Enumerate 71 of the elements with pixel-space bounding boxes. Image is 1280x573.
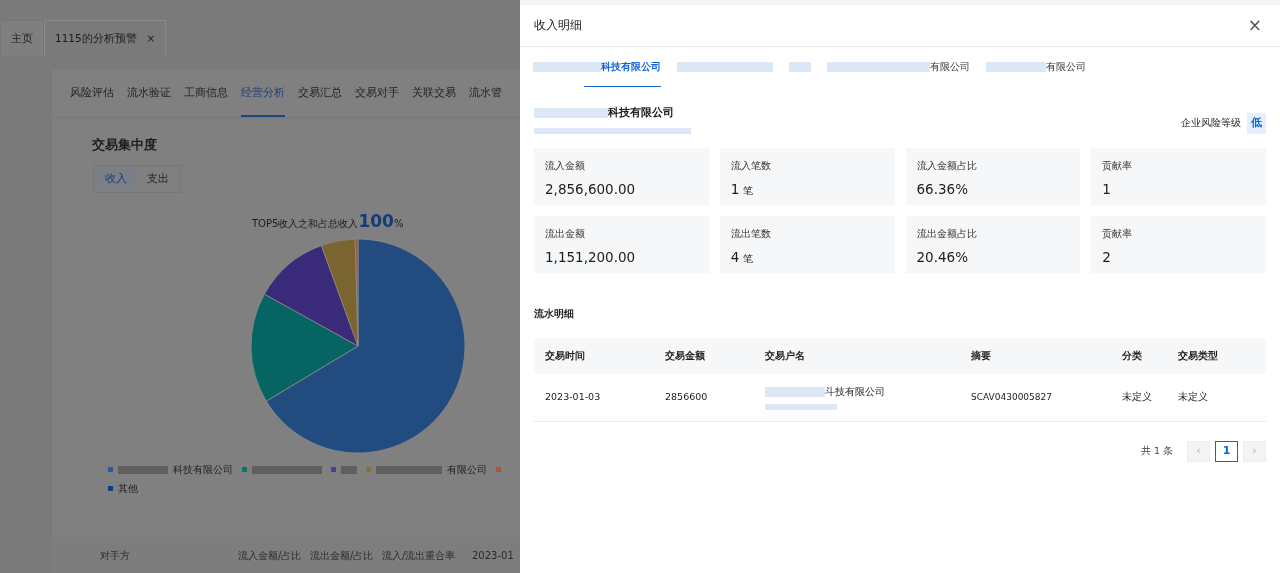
stat-label: 流入金额	[545, 158, 586, 173]
column-header: 交易时间	[545, 348, 586, 363]
legend-label: 其他	[118, 482, 138, 496]
toggle-option[interactable]: 收入	[96, 167, 136, 190]
column-header: 交易金额	[665, 348, 706, 363]
company-tab[interactable]: 有限公司	[986, 47, 1086, 87]
module-tab[interactable]: 交易对手	[355, 70, 399, 117]
stat-label: 贡献率	[1102, 226, 1134, 241]
module-tab[interactable]: 经营分析	[241, 70, 285, 117]
stat-value: 2,856,600.00	[545, 179, 636, 199]
page-button[interactable]: 1	[1215, 440, 1238, 462]
module-tab[interactable]: 流水验证	[127, 70, 171, 117]
app-tab[interactable]: 1115的分析预警 ×	[44, 20, 167, 56]
column-header: 对手方	[100, 548, 131, 563]
redaction-bar	[765, 404, 837, 411]
column-header: 2023-01	[472, 548, 515, 563]
stat-label: 流出金额	[545, 226, 586, 241]
module-tab[interactable]: 流水管	[469, 70, 502, 117]
stat-label: 流入金额占比	[916, 158, 978, 173]
stat-label: 流出笔数	[730, 226, 772, 241]
column-header: 摘要	[971, 348, 992, 363]
stat-label: 流出金额占比	[916, 226, 978, 241]
table-cell-text: 2856600	[665, 390, 709, 405]
stat-unit: 笔	[743, 183, 754, 198]
close-button[interactable]: ×	[1243, 17, 1266, 34]
stat-value: 66.36%	[916, 179, 968, 199]
drawer-title: 收入明细	[534, 16, 582, 34]
stat-value: 20.46%	[916, 247, 968, 267]
table-cell-text: 未定义	[1178, 390, 1209, 405]
legend-label: 科技有限公司	[173, 463, 233, 477]
column-header: 交易户名	[765, 348, 806, 363]
total-count: 共 1 条	[1140, 444, 1173, 459]
toggle-option[interactable]: 支出	[138, 167, 178, 190]
column-header: 分类	[1122, 348, 1143, 363]
stat-value: 1	[730, 179, 740, 199]
column-header: 流出金额/占比	[310, 548, 375, 563]
table-cell-text: SCAV0430005827	[971, 390, 1053, 404]
company-tab[interactable]: 科技有限公司	[533, 47, 661, 87]
company-name: 科技有限公司	[608, 105, 674, 121]
column-header: 流入金额/占比	[238, 548, 303, 563]
module-tab[interactable]: 工商信息	[184, 70, 228, 117]
next-page-button[interactable]: ›	[1243, 440, 1266, 462]
redaction-bar	[533, 62, 601, 72]
company-tab[interactable]: 有限公司	[827, 47, 970, 87]
module-tab[interactable]: 交易汇总	[298, 70, 342, 117]
column-header: 流入/流出重合率	[382, 548, 457, 563]
legend-label: 有限公司	[447, 463, 487, 477]
stat-label: 贡献率	[1102, 158, 1134, 173]
section-title: 流水明细	[534, 306, 575, 321]
stat-value: 2	[1102, 247, 1111, 267]
stat-label: 流入笔数	[730, 158, 772, 173]
stat-value: 1	[1102, 179, 1111, 199]
stat-unit: 笔	[743, 251, 754, 266]
redaction-bar	[789, 62, 811, 72]
risk-badge: 低	[1247, 113, 1266, 134]
app-tab[interactable]: 主页	[0, 20, 44, 56]
column-header: 交易类型	[1178, 348, 1219, 363]
module-tab[interactable]: 风险评估	[70, 70, 114, 117]
previous-page-button[interactable]: ‹	[1187, 440, 1210, 462]
close-icon[interactable]: ×	[146, 31, 156, 46]
chart-title: TOP5收入之和占总收入100%	[252, 209, 404, 233]
stat-value: 1,151,200.00	[545, 247, 636, 267]
table-cell-text: 斗技有限公司	[825, 385, 885, 400]
redaction-bar	[986, 62, 1046, 72]
table-cell-text: 未定义	[1122, 390, 1153, 405]
table-cell-text: 2023-01-03	[545, 390, 602, 405]
module-tab[interactable]: 关联交易	[412, 70, 456, 117]
stat-value: 4	[730, 247, 740, 267]
section-title: 交易集中度	[92, 136, 158, 154]
risk-label: 企业风险等级	[1181, 116, 1241, 131]
redaction-bar	[765, 386, 825, 397]
